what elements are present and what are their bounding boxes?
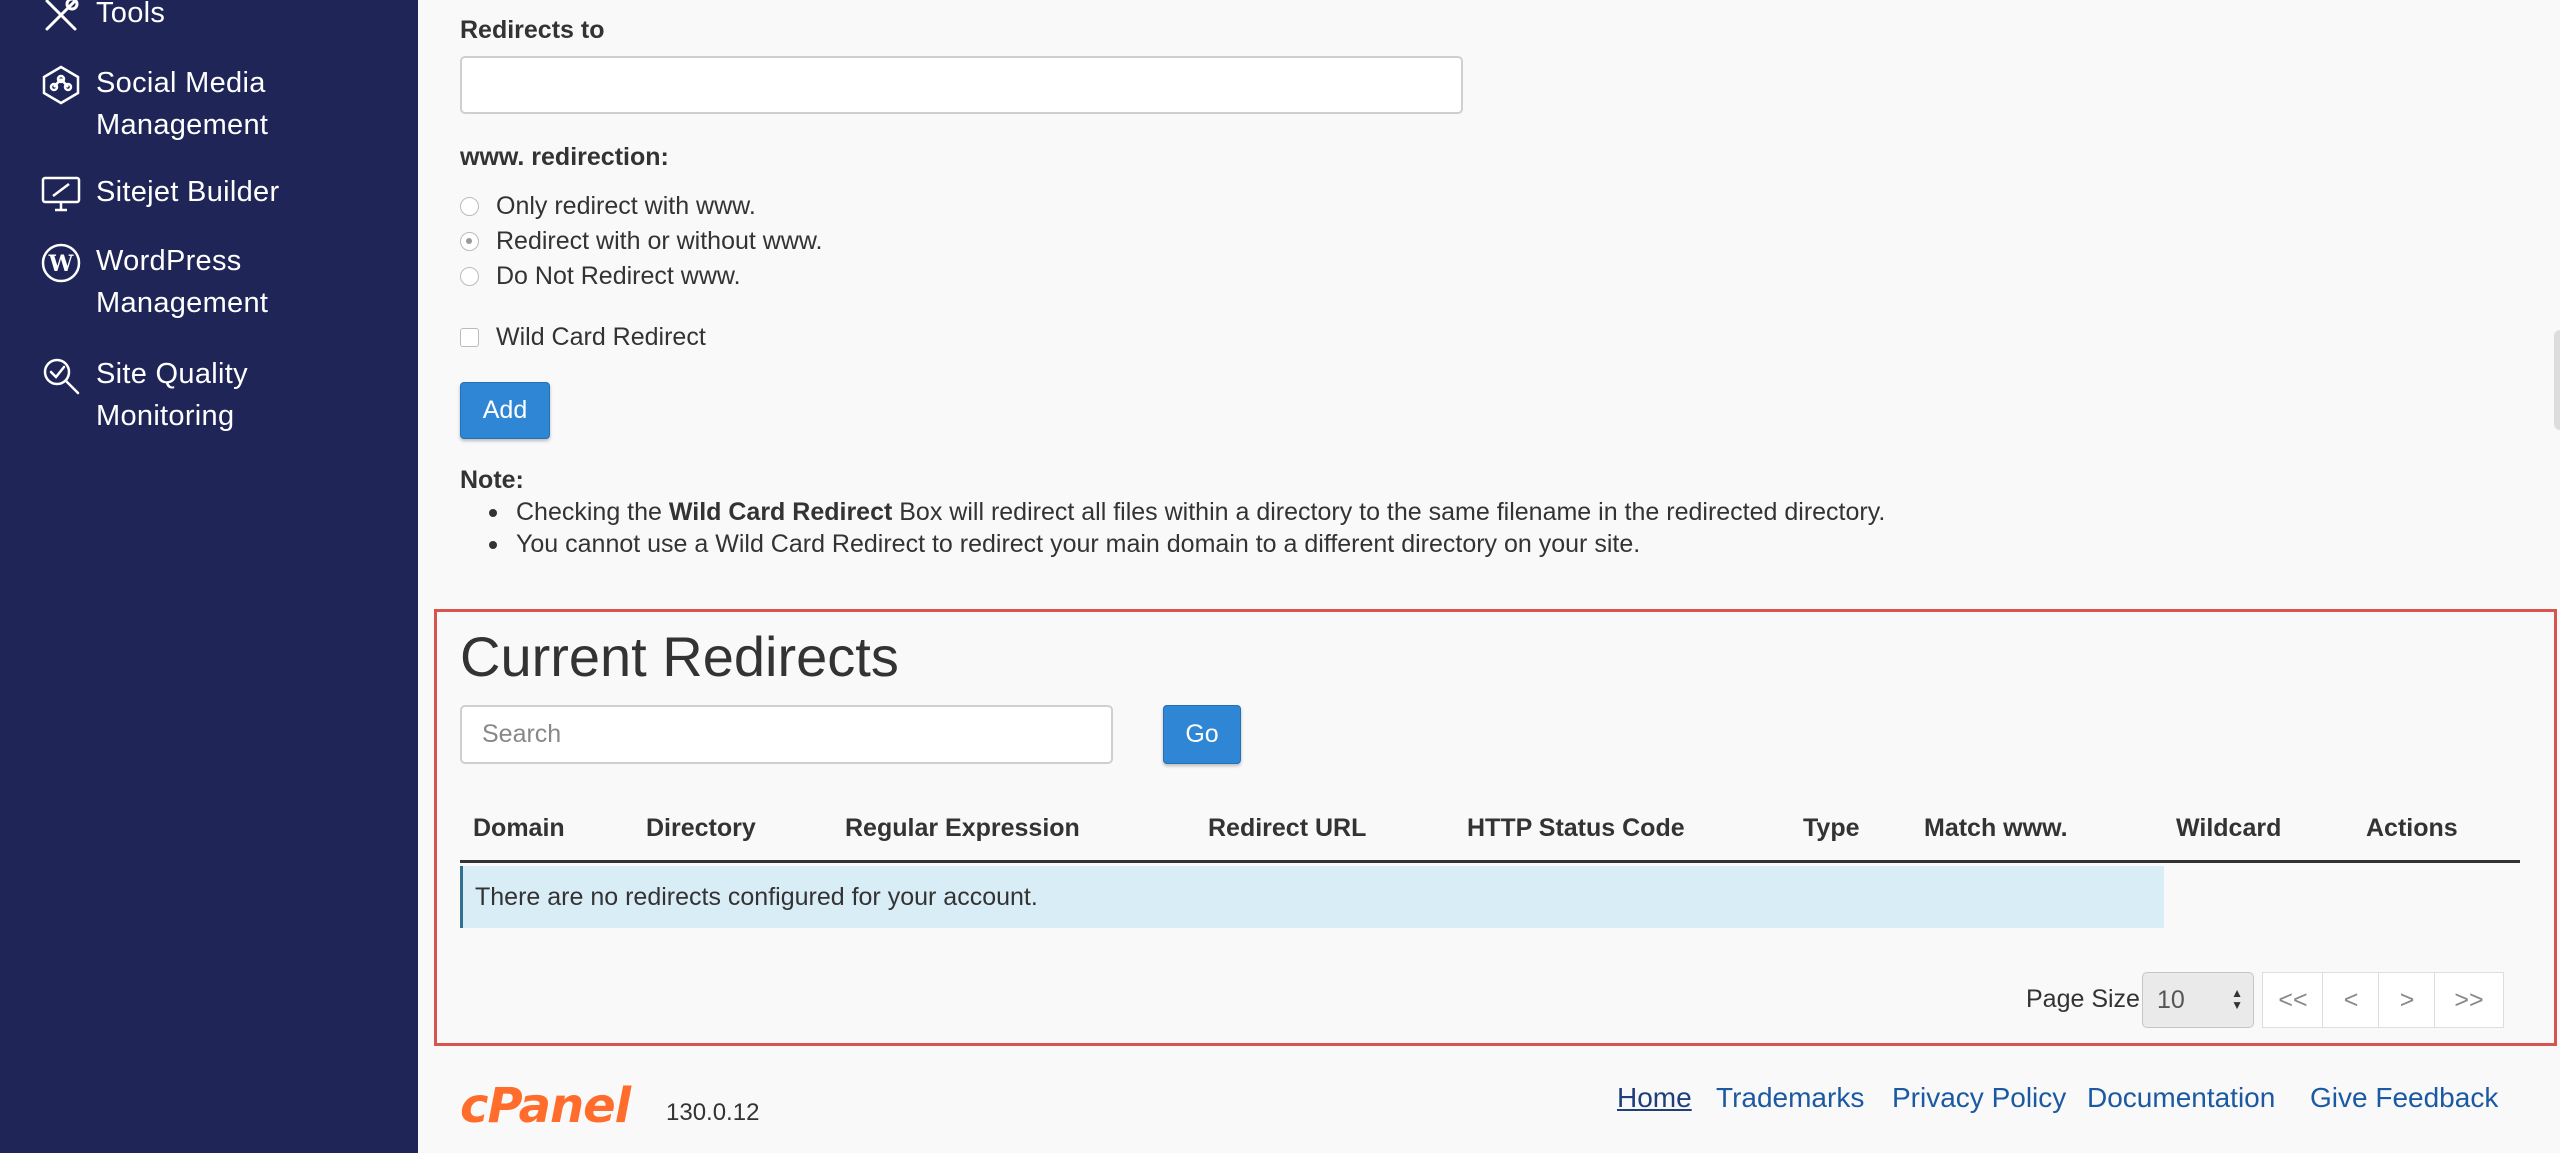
radio-button[interactable] [460,232,479,251]
radio-do-not-redirect-www[interactable]: Do Not Redirect www. [460,262,741,291]
add-button[interactable]: Add [460,382,550,439]
footer-link-give-feedback[interactable]: Give Feedback [2310,1082,2498,1114]
svg-text:W: W [48,251,74,277]
column-header-regular-expression[interactable]: Regular Expression [845,814,1080,843]
sidebar-item-label: Social Media Management [96,67,269,141]
column-header-actions: Actions [2366,814,2458,842]
sidebar-item-tools[interactable]: Tools [38,0,165,38]
page-size-select[interactable]: 10 ▲ ▼ [2142,972,2254,1028]
radio-label: Only redirect with www. [496,192,756,220]
last-page-button[interactable]: >> [2434,972,2504,1028]
footer-link-privacy-policy[interactable]: Privacy Policy [1892,1082,2066,1114]
site-quality-icon [38,353,84,399]
radio-label: Redirect with or without www. [496,227,823,255]
sidebar-item-label: Tools [96,0,166,29]
sidebar-item-wordpress-management[interactable]: W WordPress Management [38,240,268,324]
empty-table-message: There are no redirects configured for yo… [460,866,2164,928]
sidebar-item-social-media-management[interactable]: Social Media Management [38,62,268,146]
www-redirection-label: www. redirection: [460,143,669,171]
column-header-http-status-code[interactable]: HTTP Status Code [1467,814,1685,843]
wildcard-checkbox[interactable] [460,328,479,347]
previous-page-button[interactable]: < [2322,972,2380,1028]
main-content: Redirects to www. redirection: Only redi… [418,0,2560,1153]
radio-only-with-www[interactable]: Only redirect with www. [460,192,756,221]
wildcard-redirect-checkbox-row[interactable]: Wild Card Redirect [460,323,706,352]
radio-button[interactable] [460,197,479,216]
scrollbar[interactable] [2554,330,2560,430]
note-title: Note: [460,466,524,494]
redirects-to-input[interactable] [460,56,1463,114]
social-media-icon [38,62,84,108]
column-header-redirect-url[interactable]: Redirect URL [1208,814,1366,843]
sidebar-item-label: Site Quality Monitoring [96,358,248,432]
version-number: 130.0.12 [666,1099,760,1126]
wordpress-icon: W [38,240,84,286]
footer-link-home[interactable]: Home [1617,1082,1692,1114]
note-list: Checking the Wild Card Redirect Box will… [489,496,1885,560]
column-header-match-www[interactable]: Match www. [1924,814,2068,843]
sidebar-item-label: Sitejet Builder [96,176,280,208]
redirects-to-label: Redirects to [460,16,605,44]
sidebar-item-site-quality-monitoring[interactable]: Site Quality Monitoring [38,353,248,437]
note-item: Checking the Wild Card Redirect Box will… [489,496,1885,528]
note-item: You cannot use a Wild Card Redirect to r… [489,528,1885,560]
search-input[interactable] [460,705,1113,764]
select-arrows-icon: ▲ ▼ [2231,986,2243,1012]
sidebar-item-sitejet-builder[interactable]: Sitejet Builder [38,171,279,217]
sidebar-item-label: WordPress Management [96,245,269,319]
go-button[interactable]: Go [1163,705,1241,764]
column-header-type[interactable]: Type [1803,814,1860,843]
table-header-divider [460,860,2520,863]
sidebar: Tools Social Media Management Sitejet Bui… [0,0,418,1153]
page-size-label: Page Size [2026,985,2140,1013]
radio-with-or-without-www[interactable]: Redirect with or without www. [460,227,823,256]
current-redirects-title: Current Redirects [460,625,899,688]
radio-button[interactable] [460,267,479,286]
next-page-button[interactable]: > [2378,972,2436,1028]
column-header-directory[interactable]: Directory [646,814,756,843]
sitejet-icon [38,171,84,217]
footer-link-trademarks[interactable]: Trademarks [1716,1082,1864,1114]
radio-label: Do Not Redirect www. [496,262,741,290]
page-size-value: 10 [2157,985,2185,1014]
first-page-button[interactable]: << [2262,972,2324,1028]
cpanel-logo: cPanel [460,1078,631,1134]
wildcard-label: Wild Card Redirect [496,323,706,351]
column-header-domain[interactable]: Domain [473,814,565,843]
tools-icon [38,0,84,38]
footer-link-documentation[interactable]: Documentation [2087,1082,2275,1114]
column-header-wildcard[interactable]: Wildcard [2176,814,2281,843]
